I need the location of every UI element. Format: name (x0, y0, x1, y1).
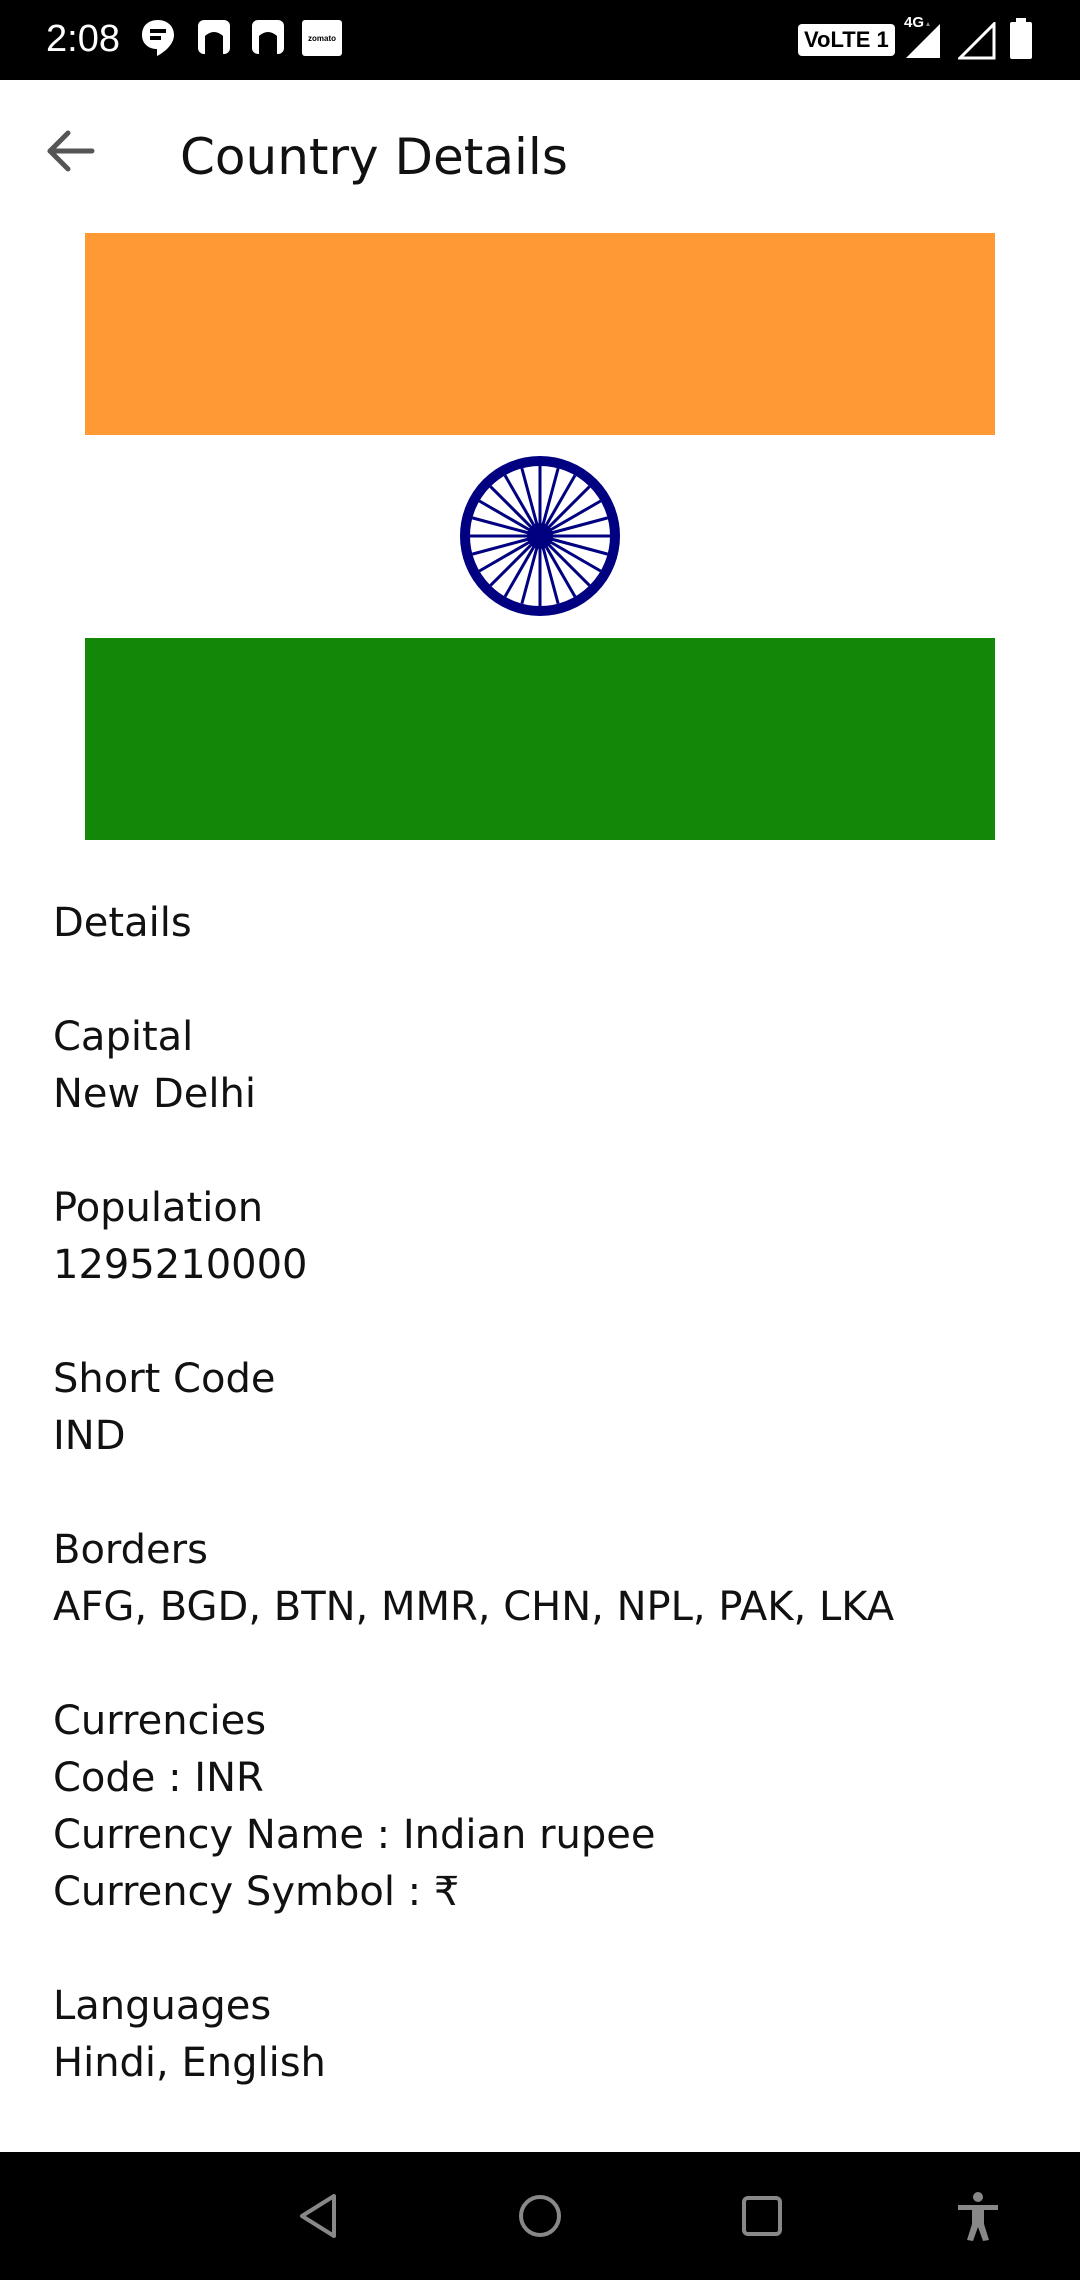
back-button[interactable] (36, 116, 106, 186)
battery-icon (1010, 18, 1032, 59)
hangouts-icon (142, 20, 174, 56)
currency-symbol: Currency Symbol : ₹ (53, 1869, 460, 1915)
languages-label: Languages (53, 1983, 272, 2029)
signal-icon (906, 22, 940, 58)
nav-home-button[interactable] (510, 2186, 570, 2246)
short-code-label: Short Code (53, 1356, 276, 1402)
system-nav-bar (0, 2152, 1080, 2280)
flag-green-band (85, 638, 995, 840)
app-icon (252, 20, 284, 54)
languages-value: Hindi, English (53, 2040, 326, 2086)
arrow-left-icon (47, 130, 95, 172)
nav-recents-button[interactable] (732, 2186, 792, 2246)
back-triangle-icon (300, 2194, 336, 2238)
home-circle-icon (519, 2195, 561, 2237)
capital-label: Capital (53, 1014, 194, 1060)
currency-code: Code : INR (53, 1755, 264, 1801)
short-code-value: IND (53, 1413, 126, 1459)
ashoka-chakra-icon (460, 456, 620, 616)
details-section: Details Capital New Delhi Population 129… (53, 895, 1033, 2092)
page-title: Country Details (180, 128, 568, 186)
details-heading: Details (53, 900, 192, 946)
app-bar: Country Details (0, 80, 1080, 230)
population-value: 1295210000 (53, 1242, 308, 1288)
recents-square-icon (742, 2196, 782, 2236)
borders-label: Borders (53, 1527, 208, 1573)
signal-empty-icon (958, 22, 996, 60)
volte-badge: VoLTE 1 (798, 24, 895, 56)
currencies-label: Currencies (53, 1698, 267, 1744)
country-flag (85, 233, 995, 840)
nav-back-button[interactable] (290, 2186, 350, 2246)
population-label: Population (53, 1185, 264, 1231)
nav-accessibility-button[interactable] (948, 2186, 1008, 2246)
zomato-icon: zomato (302, 20, 342, 56)
flag-saffron-band (85, 233, 995, 435)
accessibility-icon (958, 2192, 998, 2241)
borders-value: AFG, BGD, BTN, MMR, CHN, NPL, PAK, LKA (53, 1584, 895, 1630)
app-icon (198, 20, 230, 54)
currency-name: Currency Name : Indian rupee (53, 1812, 656, 1858)
status-time: 2:08 (46, 18, 120, 60)
capital-value: New Delhi (53, 1071, 256, 1117)
status-bar: 2:08 zomato VoLTE 1 4G (0, 0, 1080, 80)
